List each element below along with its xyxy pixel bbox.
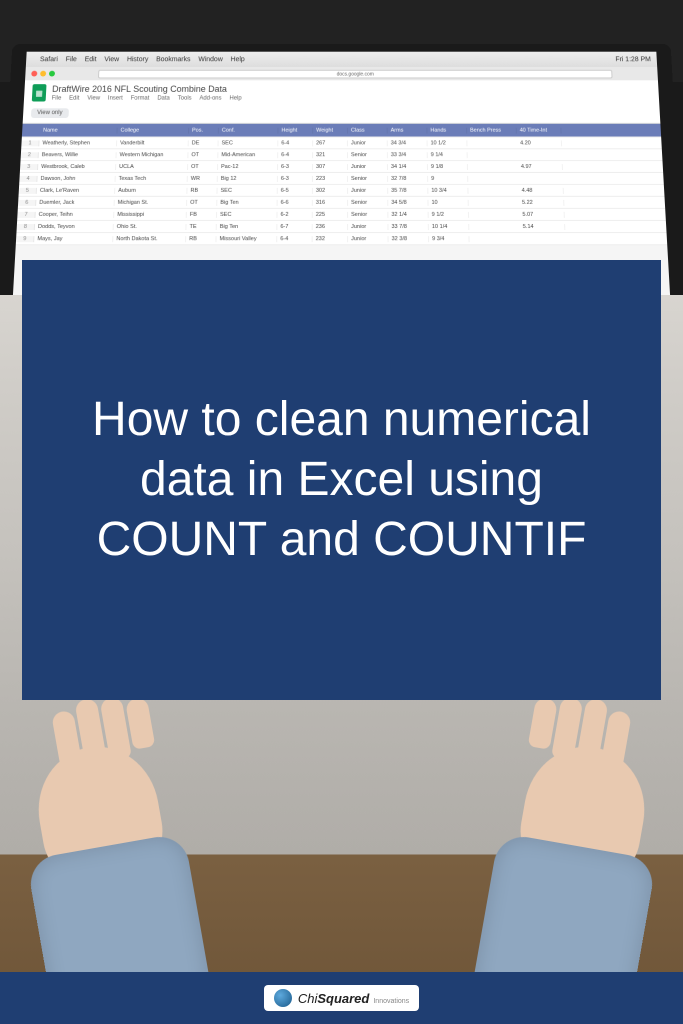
menu-item: Window bbox=[198, 56, 223, 63]
menu-item: History bbox=[127, 56, 149, 63]
close-window-icon bbox=[31, 71, 37, 77]
menu-item: Safari bbox=[40, 56, 58, 63]
title-overlay: How to clean numerical data in Excel usi… bbox=[22, 260, 661, 700]
col-header: Height bbox=[278, 127, 313, 133]
brand-logo: ChiSquared Innovations bbox=[264, 985, 419, 1011]
spreadsheet-grid: Name College Pos. Conf. Height Weight Cl… bbox=[16, 124, 668, 245]
table-row: 6Duemler, JackMichigan St.OTBig Ten6-631… bbox=[18, 197, 665, 209]
mac-menubar: Safari File Edit View History Bookmarks … bbox=[26, 52, 657, 67]
brand-name-part1: Chi bbox=[298, 991, 318, 1006]
col-header: Weight bbox=[313, 127, 348, 133]
col-header: Arms bbox=[388, 127, 428, 133]
main-title: How to clean numerical data in Excel usi… bbox=[52, 390, 631, 570]
menu-item: View bbox=[104, 56, 119, 63]
table-row: 1Weatherly, StephenVanderbiltDESEC6-4267… bbox=[21, 138, 662, 150]
table-row: 9Mays, JayNorth Dakota St.RBMissouri Val… bbox=[16, 233, 668, 245]
col-header: Class bbox=[348, 127, 388, 133]
sheet-menu-item: File bbox=[52, 96, 62, 102]
brand-tagline: Innovations bbox=[373, 998, 409, 1005]
brand-name-part2: Squared bbox=[317, 991, 369, 1006]
table-row: 5Clark, Le'RavenAuburnRBSEC6-5302Junior3… bbox=[18, 185, 664, 197]
sheet-menu-item: Insert bbox=[108, 96, 123, 102]
col-header: Pos. bbox=[189, 127, 219, 133]
document-title: DraftWire 2016 NFL Scouting Combine Data bbox=[52, 84, 242, 94]
col-header: Conf. bbox=[219, 127, 279, 133]
table-row: 3Westbrook, CalebUCLAOTPac-126-3307Junio… bbox=[20, 161, 663, 173]
table-row: 8Dodds, TeyvonOhio St.TEBig Ten6-7236Jun… bbox=[16, 221, 666, 233]
url-bar: docs.google.com bbox=[98, 69, 613, 78]
menu-item: Bookmarks bbox=[156, 56, 191, 63]
col-header: College bbox=[117, 127, 189, 133]
table-header-row: Name College Pos. Conf. Height Weight Cl… bbox=[22, 124, 661, 138]
globe-icon bbox=[274, 989, 292, 1007]
col-header: 40 Time-Int bbox=[517, 127, 562, 133]
sheet-menu-item: Format bbox=[131, 96, 150, 102]
sheet-menu-item: Tools bbox=[178, 96, 192, 102]
maximize-window-icon bbox=[49, 71, 55, 77]
sheet-menu-item: Help bbox=[229, 96, 241, 102]
browser-toolbar: docs.google.com bbox=[25, 67, 658, 80]
minimize-window-icon bbox=[40, 71, 46, 77]
col-header: Bench Press bbox=[467, 127, 517, 133]
clock: Fri 1:28 PM bbox=[615, 56, 651, 63]
sheet-menu-item: View bbox=[87, 96, 100, 102]
sheet-menu-item: Data bbox=[157, 96, 170, 102]
table-row: 7Cooper, TeihnMississippiFBSEC6-2225Seni… bbox=[17, 209, 666, 221]
view-only-badge: View only bbox=[31, 108, 69, 118]
table-row: 2Beavers, WillieWestern MichiganOTMid-Am… bbox=[21, 149, 663, 161]
menu-item: Edit bbox=[85, 56, 97, 63]
table-row: 4Dawson, JohnTexas TechWRBig 126-3223Sen… bbox=[19, 173, 664, 185]
menu-item: Help bbox=[231, 56, 245, 63]
footer-bar: ChiSquared Innovations bbox=[0, 972, 683, 1024]
menu-item: File bbox=[66, 56, 77, 63]
col-header: Hands bbox=[427, 127, 467, 133]
spreadsheet-header: ▦ DraftWire 2016 NFL Scouting Combine Da… bbox=[23, 80, 661, 124]
sheets-icon: ▦ bbox=[32, 84, 47, 101]
sheet-menu-item: Add-ons bbox=[199, 96, 221, 102]
sheet-menu-item: Edit bbox=[69, 96, 79, 102]
col-header: Name bbox=[40, 127, 118, 133]
